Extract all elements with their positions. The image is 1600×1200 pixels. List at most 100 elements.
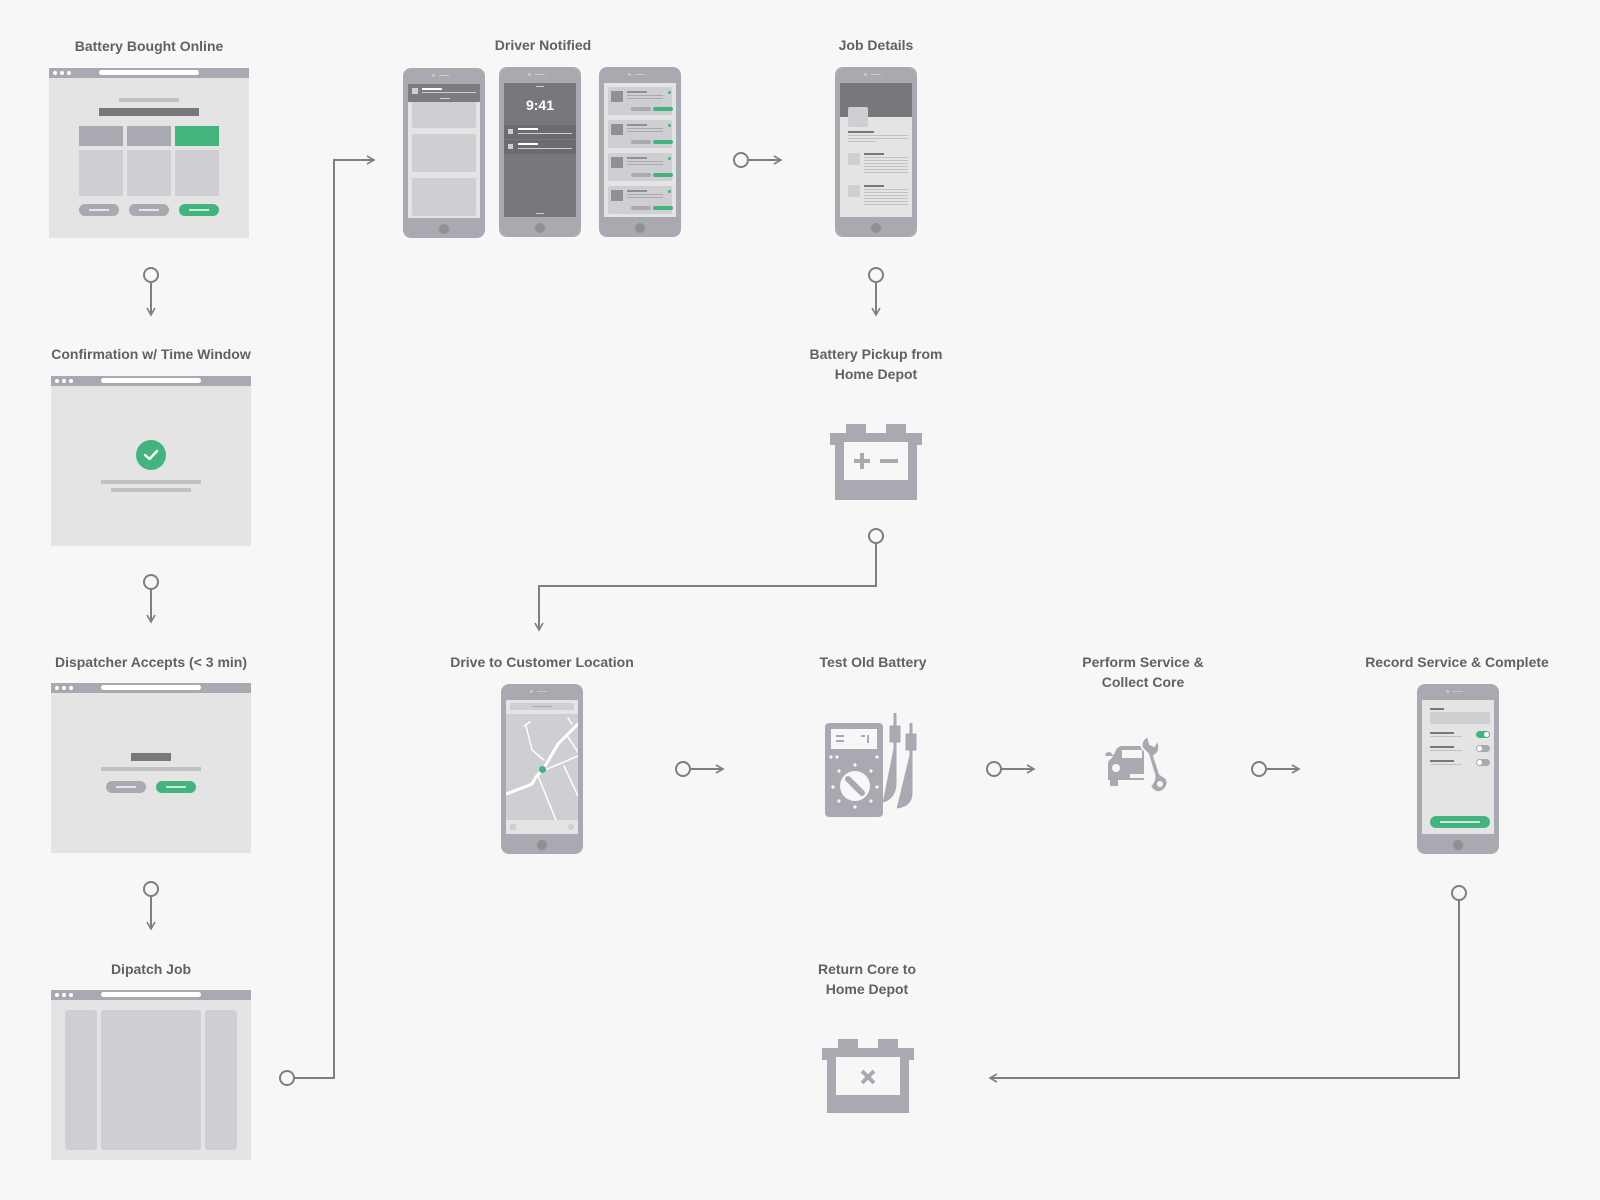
lock-handle-top (536, 86, 544, 87)
job-text-line (627, 197, 663, 198)
job-thumbnail (611, 124, 623, 135)
label-line: Collect Core (1101, 674, 1185, 690)
step-label-drive-to-customer: Drive to Customer Location (450, 654, 634, 670)
toggle-switch (1476, 745, 1490, 752)
job-text-line (627, 194, 663, 195)
center-panel (101, 1010, 201, 1150)
toggle-switch (1476, 759, 1490, 766)
connector-pickup-to-drive (534, 528, 884, 632)
job-decline-pill (631, 173, 651, 177)
map-screen (506, 700, 578, 834)
step-label-record-service: Record Service & Complete (1365, 654, 1549, 670)
browser-toolbar (51, 376, 251, 386)
product-header-2 (127, 126, 171, 146)
window-dots-icon (55, 379, 73, 383)
product-header-1 (79, 126, 123, 146)
connector-record-to-return (988, 885, 1467, 1083)
browser-toolbar (51, 990, 251, 1000)
job-status-dot (668, 124, 671, 127)
product-card-1 (79, 150, 123, 196)
message-line-2 (111, 488, 191, 492)
checkmark-icon (136, 440, 166, 470)
connector-bought-to-confirmation (143, 267, 159, 317)
detail-item-text (864, 189, 908, 205)
left-panel (65, 1010, 97, 1150)
phone-speaker (864, 73, 888, 76)
step-label-confirmation: Confirmation w/ Time Window (51, 346, 251, 362)
job-details-screen (840, 83, 912, 217)
form-title-line (1430, 708, 1444, 710)
title-bar (99, 108, 199, 116)
detail-item-title (864, 153, 884, 155)
browser-toolbar (51, 683, 251, 693)
map-menu-icon (510, 824, 516, 830)
window-dots-icon (55, 686, 73, 690)
multimeter-icon (825, 713, 917, 817)
notification-title-line (518, 128, 538, 130)
browser-toolbar (49, 68, 249, 78)
product-button-2 (129, 204, 169, 216)
detail-title-line (848, 131, 874, 133)
job-accept-pill (653, 173, 673, 177)
battery-x-icon (822, 1039, 914, 1113)
browser-wireframe-accept (51, 683, 251, 853)
toggle-label-line (1430, 732, 1454, 734)
job-text-line (627, 131, 663, 132)
message-line-1 (101, 480, 201, 484)
product-button-buy (179, 204, 219, 216)
content-card-2 (412, 134, 476, 172)
dialog-title-bar (131, 753, 171, 761)
product-card-3 (175, 150, 219, 196)
connector-job-to-pickup (868, 267, 884, 317)
step-label-driver-notified: Driver Notified (494, 37, 592, 53)
job-status-dot (668, 157, 671, 160)
decline-button (106, 781, 146, 793)
subtitle-line (119, 98, 179, 102)
home-button (635, 223, 645, 233)
step-label-test-old-battery: Test Old Battery (819, 654, 927, 670)
phone-map (501, 684, 583, 854)
battery-icon (830, 424, 922, 500)
connector-drive-to-test (675, 761, 725, 777)
job-text-line (627, 161, 663, 162)
lock-handle-bottom (536, 213, 544, 214)
home-button (537, 840, 547, 850)
phone-speaker (432, 74, 456, 77)
job-title-line (627, 124, 647, 126)
browser-wireframe-dispatch (51, 990, 251, 1160)
notification-text-line (518, 133, 572, 134)
phone-speaker (528, 73, 552, 76)
address-bar (101, 378, 201, 383)
label-line: Perform Service & (1082, 654, 1204, 670)
lock-notification-1 (504, 125, 576, 139)
toggle-knob (1484, 732, 1489, 737)
phone-record-service (1417, 684, 1499, 854)
notification-app-icon (508, 144, 513, 149)
toggle-switch (1476, 731, 1490, 738)
accept-button (156, 781, 196, 793)
job-decline-pill (631, 206, 651, 210)
home-button (871, 223, 881, 233)
connector-service-to-record (1251, 761, 1301, 777)
label-line: Battery Pickup from (809, 346, 943, 362)
product-card-2 (127, 150, 171, 196)
job-text-line (627, 128, 663, 129)
job-card (608, 186, 673, 214)
toggle-sub-line (1430, 764, 1462, 765)
toggle-label-line (1430, 760, 1454, 762)
detail-item-text (864, 157, 908, 173)
job-card (608, 153, 673, 181)
car-wrench-icon (1105, 734, 1169, 794)
job-thumbnail (611, 91, 623, 102)
label-line: Home Depot (834, 366, 918, 382)
connector-confirmation-to-accepts (143, 574, 159, 624)
job-accept-pill (653, 107, 673, 111)
location-pin-icon (539, 766, 546, 773)
connector-test-to-service (986, 761, 1036, 777)
label-line: Home Depot (825, 981, 909, 997)
lock-notification-2 (504, 140, 576, 154)
browser-wireframe-confirmation (51, 376, 251, 546)
job-text-line (627, 98, 663, 99)
toggle-knob (1477, 746, 1482, 751)
form-input-field (1430, 712, 1490, 724)
